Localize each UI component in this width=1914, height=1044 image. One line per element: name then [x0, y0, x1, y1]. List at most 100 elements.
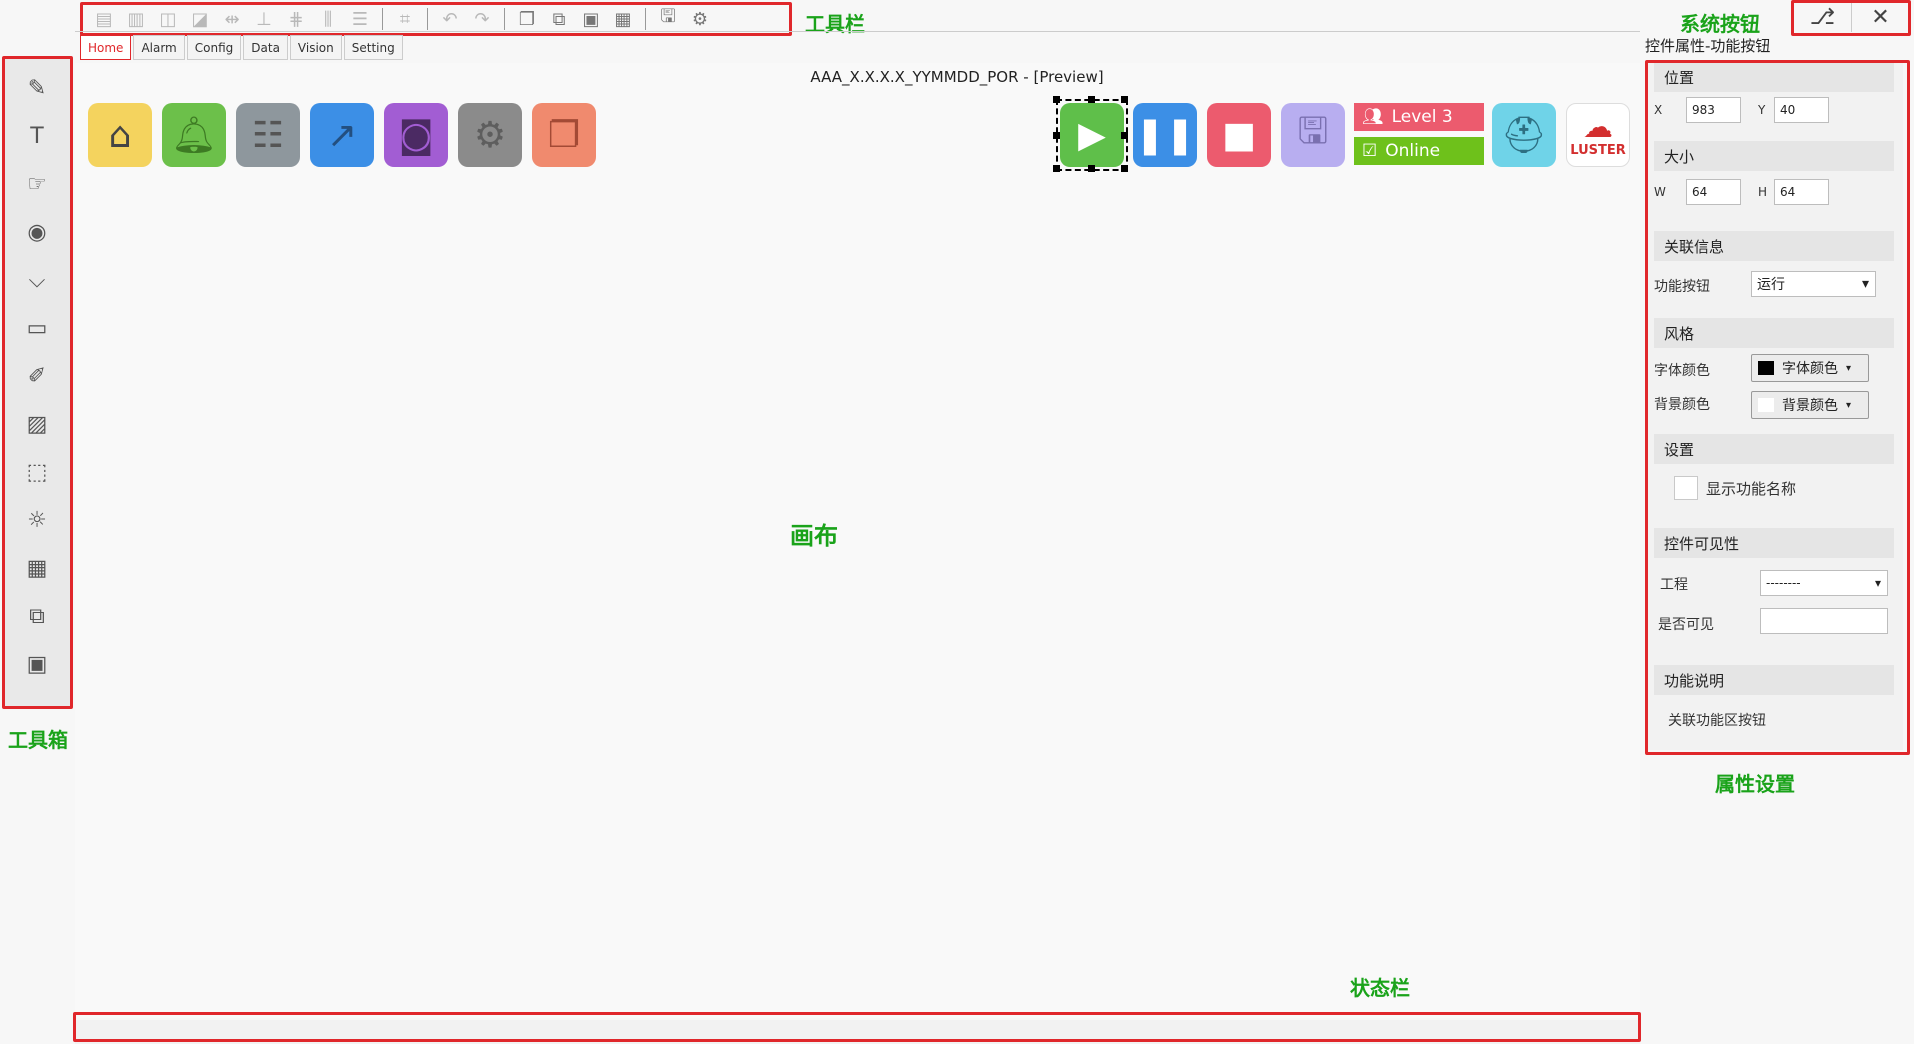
chart-line-icon[interactable]: ↗	[310, 103, 374, 167]
online-badge[interactable]: ☑ Online	[1354, 137, 1484, 165]
align-vcenter-icon[interactable]: ⊥	[250, 6, 278, 32]
engineer-icon[interactable]: ⛑	[1492, 103, 1556, 167]
w-input[interactable]: 64	[1686, 179, 1741, 205]
section-settings: 设置	[1654, 434, 1894, 464]
show-name-label: 显示功能名称	[1706, 480, 1797, 498]
save-icon[interactable]: 🖫	[1281, 103, 1345, 167]
bg-color-label: 背景颜色	[1654, 397, 1710, 413]
save-icon[interactable]: 🖫	[654, 6, 682, 32]
network-icon[interactable]: ⎇	[1793, 2, 1851, 32]
project-value: --------	[1766, 576, 1801, 590]
align-middle-icon[interactable]: ☰	[346, 6, 374, 32]
selection-handle[interactable]	[1053, 165, 1060, 172]
selection-outline	[1056, 99, 1128, 171]
annotation-canvas: 画布	[790, 522, 838, 550]
camera-icon[interactable]: ◙	[384, 103, 448, 167]
app-window: ▤ ▥ ◫ ◪ ⇹ ⊥ ⋕ ⫼ ☰ ⌗ ↶ ↷ ❐ ⧉ ▣ ▦ 🖫 ⚙ 工具栏 …	[0, 0, 1914, 1044]
close-icon[interactable]: ✕	[1851, 2, 1909, 32]
project-select[interactable]: -------- ▾	[1760, 570, 1888, 596]
luster-logo-icon: ☁ LUSTER	[1566, 103, 1630, 167]
function-button-select[interactable]: 运行 ▾	[1751, 271, 1876, 297]
select-tool-icon[interactable]: ⬚	[22, 457, 52, 487]
selection-handle[interactable]	[1053, 132, 1060, 139]
selection-handle[interactable]	[1121, 165, 1128, 172]
edit-box-tool-icon[interactable]: ✐	[22, 361, 52, 391]
pause-icon[interactable]: ❚❚	[1133, 103, 1197, 167]
online-label: Online	[1385, 141, 1441, 161]
clone-icon[interactable]: ▣	[577, 6, 605, 32]
toolbar-separator	[427, 8, 428, 30]
text-tool-icon[interactable]: T	[22, 121, 52, 151]
align-hcenter-icon[interactable]: ⇹	[218, 6, 246, 32]
distribute-h-icon[interactable]: ⋕	[282, 6, 310, 32]
radio-tool-icon[interactable]: ◉	[22, 217, 52, 247]
distribute-v-icon[interactable]: ⫼	[314, 6, 342, 32]
align-right-icon[interactable]: ▥	[122, 6, 150, 32]
selection-handle[interactable]	[1088, 96, 1095, 103]
font-color-button[interactable]: 字体颜色 ▾	[1751, 354, 1869, 382]
tab-data[interactable]: Data	[243, 35, 288, 60]
bg-color-swatch	[1758, 398, 1774, 412]
toolbar-separator	[382, 8, 383, 30]
stop-icon[interactable]: ■	[1207, 103, 1271, 167]
font-color-label: 字体颜色	[1654, 363, 1710, 379]
section-position: 位置	[1654, 62, 1894, 92]
sliders-icon[interactable]: ☷	[236, 103, 300, 167]
selection-handle[interactable]	[1088, 165, 1095, 172]
chevron-down-icon: ▾	[1846, 362, 1852, 374]
gear-icon[interactable]: ⚙	[686, 6, 714, 32]
align-bottom-icon[interactable]: ◪	[186, 6, 214, 32]
checkbox-icon: ☑	[1362, 141, 1378, 161]
paste-icon[interactable]: ⧉	[545, 6, 573, 32]
table-tool-icon[interactable]: ▦	[22, 553, 52, 583]
h-input[interactable]: 64	[1774, 179, 1829, 205]
cloud-eye-icon: ☁	[1583, 109, 1613, 145]
tab-vision[interactable]: Vision	[289, 35, 342, 60]
tab-bar: Home Alarm Config Data Vision Setting	[80, 35, 403, 60]
show-name-checkbox[interactable]	[1674, 476, 1698, 500]
level-badge[interactable]: 👥︎ Level 3	[1354, 103, 1484, 131]
visible-input[interactable]	[1760, 608, 1888, 634]
grid-icon[interactable]: ⌗	[391, 6, 419, 32]
project-label: 工程	[1660, 577, 1688, 593]
undo-icon[interactable]: ↶	[436, 6, 464, 32]
visible-label: 是否可见	[1658, 617, 1714, 633]
section-description: 功能说明	[1654, 665, 1894, 695]
tab-home[interactable]: Home	[80, 35, 132, 60]
y-input[interactable]: 40	[1774, 97, 1829, 123]
section-size: 大小	[1654, 141, 1894, 171]
tab-alarm[interactable]: Alarm	[133, 35, 185, 60]
button-tool-icon[interactable]: ☞	[22, 169, 52, 199]
toolbar-separator	[645, 8, 646, 30]
logo-text: LUSTER	[1570, 142, 1626, 158]
copy-icon[interactable]: ❐	[513, 6, 541, 32]
selection-handle[interactable]	[1121, 132, 1128, 139]
bg-color-button[interactable]: 背景颜色 ▾	[1751, 391, 1869, 419]
tab-config[interactable]: Config	[186, 35, 242, 60]
x-input[interactable]: 983	[1686, 97, 1741, 123]
y-label: Y	[1758, 103, 1766, 117]
bell-icon[interactable]: 🔔︎	[162, 103, 226, 167]
layout-tool-icon[interactable]: ⧉	[22, 601, 52, 631]
section-visibility: 控件可见性	[1654, 528, 1894, 558]
properties-panel: 位置 X 983 Y 40 大小 W 64 H 64 关联信息 功能按钮 运行 …	[1648, 60, 1903, 750]
window-tool-icon[interactable]: ▭	[22, 313, 52, 343]
align-top-icon[interactable]: ◫	[154, 6, 182, 32]
combobox-tool-icon[interactable]: ⌵	[22, 265, 52, 295]
toolbox: ✎ T ☞ ◉ ⌵ ▭ ✐ ▨ ⬚ ☼ ▦ ⧉ ▣	[4, 58, 70, 706]
light-tool-icon[interactable]: ☼	[22, 505, 52, 535]
windows-icon[interactable]: ❐	[532, 103, 596, 167]
home-icon[interactable]: ⌂	[88, 103, 152, 167]
section-style: 风格	[1654, 318, 1894, 348]
selection-handle[interactable]	[1121, 96, 1128, 103]
camera-view-tool-icon[interactable]: ▣	[22, 649, 52, 679]
clipboard-icon[interactable]: ▦	[609, 6, 637, 32]
redo-icon[interactable]: ↷	[468, 6, 496, 32]
gear-icon[interactable]: ⚙	[458, 103, 522, 167]
w-label: W	[1654, 185, 1666, 199]
canvas[interactable]	[75, 63, 1640, 1018]
tab-setting[interactable]: Setting	[343, 35, 403, 60]
selection-handle[interactable]	[1053, 96, 1060, 103]
image-tool-icon[interactable]: ▨	[22, 409, 52, 439]
align-left-icon[interactable]: ▤	[90, 6, 118, 32]
